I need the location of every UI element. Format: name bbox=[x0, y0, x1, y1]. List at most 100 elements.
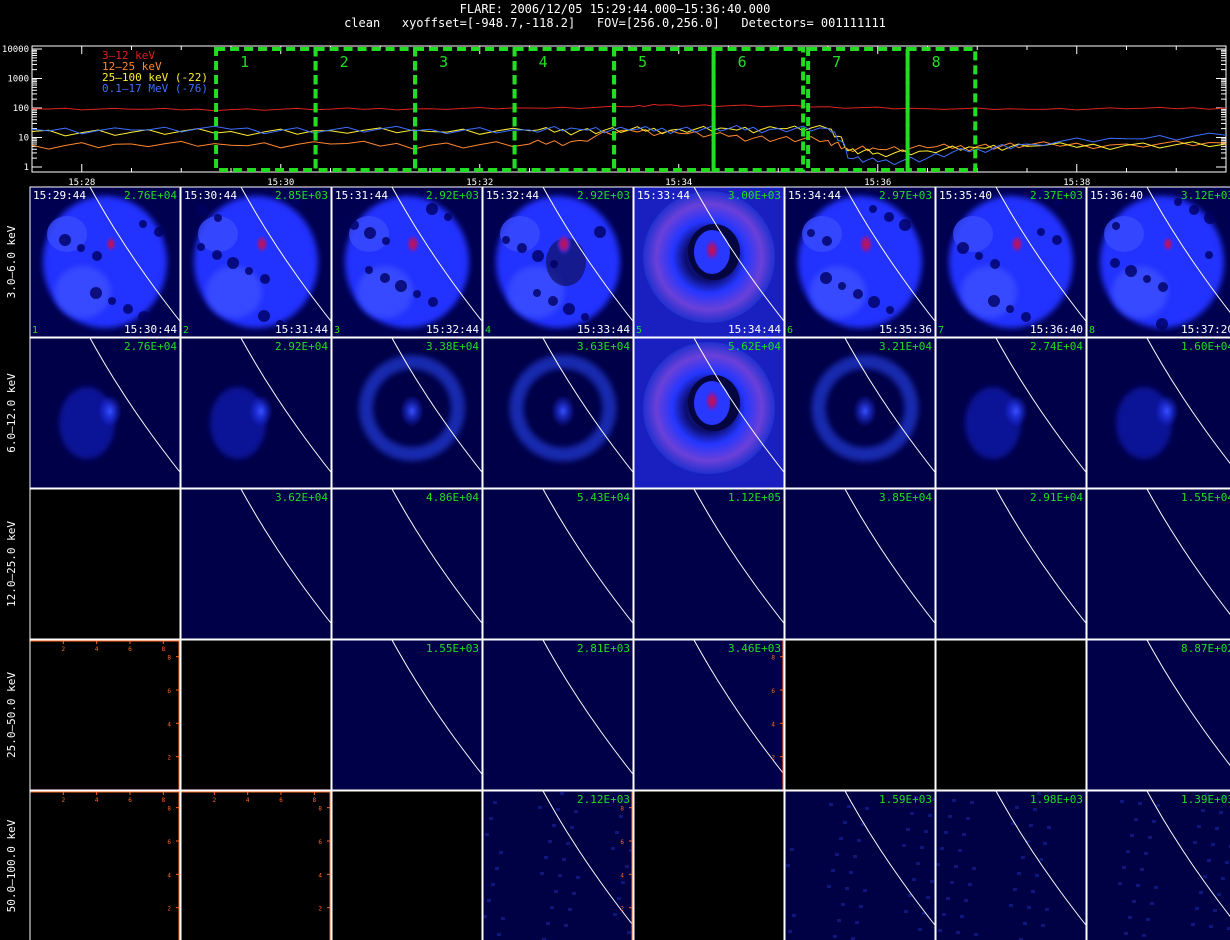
noise-speck bbox=[786, 864, 790, 867]
series-line-2 bbox=[31, 129, 1227, 153]
image-end-time: 15:32:44 bbox=[426, 323, 479, 336]
flare-source bbox=[1010, 234, 1024, 254]
image-gap bbox=[123, 304, 133, 314]
noise-speck bbox=[972, 867, 976, 870]
axis-tick-label: 4 bbox=[620, 872, 624, 879]
axis-tick-label: 4 bbox=[167, 721, 171, 728]
flare-source bbox=[400, 395, 424, 427]
noise-speck bbox=[841, 903, 845, 906]
image-background bbox=[1087, 791, 1230, 940]
image-cell bbox=[180, 639, 332, 791]
image-content bbox=[483, 791, 633, 940]
time-window-5 bbox=[612, 47, 716, 172]
noise-speck bbox=[960, 915, 964, 918]
flare-source bbox=[105, 235, 117, 253]
image-background bbox=[332, 640, 482, 790]
noise-speck bbox=[615, 831, 619, 834]
image-gap bbox=[838, 282, 846, 290]
image-cell bbox=[935, 639, 1087, 791]
noise-speck bbox=[483, 915, 487, 918]
image-gap bbox=[1189, 205, 1199, 215]
image-background bbox=[634, 489, 784, 639]
image-gap bbox=[197, 243, 205, 251]
noise-speck bbox=[1219, 811, 1223, 814]
noise-speck bbox=[904, 910, 908, 913]
noise-speck bbox=[1140, 868, 1144, 871]
noise-speck bbox=[493, 801, 497, 804]
flare-source bbox=[98, 395, 122, 427]
noise-speck bbox=[572, 892, 576, 895]
noise-speck bbox=[942, 913, 946, 916]
image-start-time: 15:34:44 bbox=[788, 189, 841, 202]
image-content bbox=[785, 791, 935, 940]
image-max-value: 2.81E+03 bbox=[577, 642, 630, 655]
image-background bbox=[332, 489, 482, 639]
image-gap bbox=[1205, 251, 1213, 259]
noise-speck bbox=[831, 869, 835, 872]
noise-speck bbox=[1144, 852, 1148, 855]
image-gap bbox=[957, 242, 969, 254]
image-content bbox=[634, 640, 784, 790]
image-gap bbox=[260, 274, 270, 284]
image-cell: 5.62E+04 bbox=[633, 337, 785, 489]
noise-speck bbox=[964, 899, 968, 902]
image-gap bbox=[868, 296, 880, 308]
image-gap bbox=[886, 306, 894, 314]
image-content bbox=[634, 791, 784, 940]
image-background bbox=[1087, 489, 1230, 639]
y-tick-label: 10 bbox=[18, 134, 29, 144]
image-cell: 2.92E+03 15:32:44 15:33:44 4 bbox=[482, 186, 634, 338]
noise-speck bbox=[1023, 922, 1027, 925]
axis-tick-label: 2 bbox=[318, 906, 322, 913]
noise-speck bbox=[863, 889, 867, 892]
axis-tick-label: 6 bbox=[279, 797, 283, 804]
energy-band-label: 3.0–6.0 keV bbox=[5, 225, 18, 298]
noise-speck bbox=[940, 847, 944, 850]
flare-source bbox=[405, 233, 421, 255]
image-max-value: 1.59E+03 bbox=[879, 793, 932, 806]
axis-tick-label: 4 bbox=[318, 872, 322, 879]
axis-tick-label: 2 bbox=[771, 755, 775, 762]
image-max-value: 3.62E+04 bbox=[275, 491, 328, 504]
image-max-value: 2.92E+04 bbox=[275, 340, 328, 353]
image-content bbox=[30, 187, 180, 337]
image-cell: 2.92E+03 15:31:44 15:32:44 3 bbox=[331, 186, 483, 338]
image-content bbox=[30, 640, 180, 790]
noise-speck bbox=[574, 810, 578, 813]
axis-tick-label: 2 bbox=[213, 797, 217, 804]
image-cell: 2.74E+04 bbox=[935, 337, 1087, 489]
image-max-value: 5.43E+04 bbox=[577, 491, 630, 504]
image-gap bbox=[426, 203, 438, 215]
image-content bbox=[936, 338, 1086, 488]
image-cell: 1.59E+03 bbox=[784, 790, 936, 940]
image-max-value: 2.85E+03 bbox=[275, 189, 328, 202]
image-content bbox=[936, 791, 1086, 940]
image-background bbox=[634, 640, 784, 790]
noise-speck bbox=[839, 837, 843, 840]
image-gap bbox=[853, 289, 863, 299]
image-gap bbox=[1143, 275, 1151, 283]
image-max-value: 3.63E+04 bbox=[577, 340, 630, 353]
noise-speck bbox=[1193, 841, 1197, 844]
noise-speck bbox=[1197, 825, 1201, 828]
image-max-value: 3.46E+03 bbox=[728, 642, 781, 655]
image-gap bbox=[196, 204, 208, 216]
image-content bbox=[936, 640, 1086, 790]
image-cell: 2.92E+04 bbox=[180, 337, 332, 489]
noise-speck bbox=[952, 799, 956, 802]
noise-speck bbox=[958, 849, 962, 852]
noise-speck bbox=[625, 865, 629, 868]
image-cell bbox=[633, 790, 785, 940]
noise-speck bbox=[1009, 904, 1013, 907]
noise-speck bbox=[1199, 891, 1203, 894]
image-gap bbox=[820, 272, 832, 284]
image-gap bbox=[444, 213, 452, 221]
axis-tick-label: 2 bbox=[62, 646, 66, 653]
image-max-value: 2.76E+04 bbox=[124, 340, 177, 353]
image-gap bbox=[1112, 222, 1120, 230]
image-end-time: 15:30:44 bbox=[124, 323, 177, 336]
image-max-value: 2.91E+04 bbox=[1030, 491, 1083, 504]
noise-speck bbox=[847, 805, 851, 808]
image-gap bbox=[90, 287, 102, 299]
empty-image bbox=[30, 791, 180, 940]
